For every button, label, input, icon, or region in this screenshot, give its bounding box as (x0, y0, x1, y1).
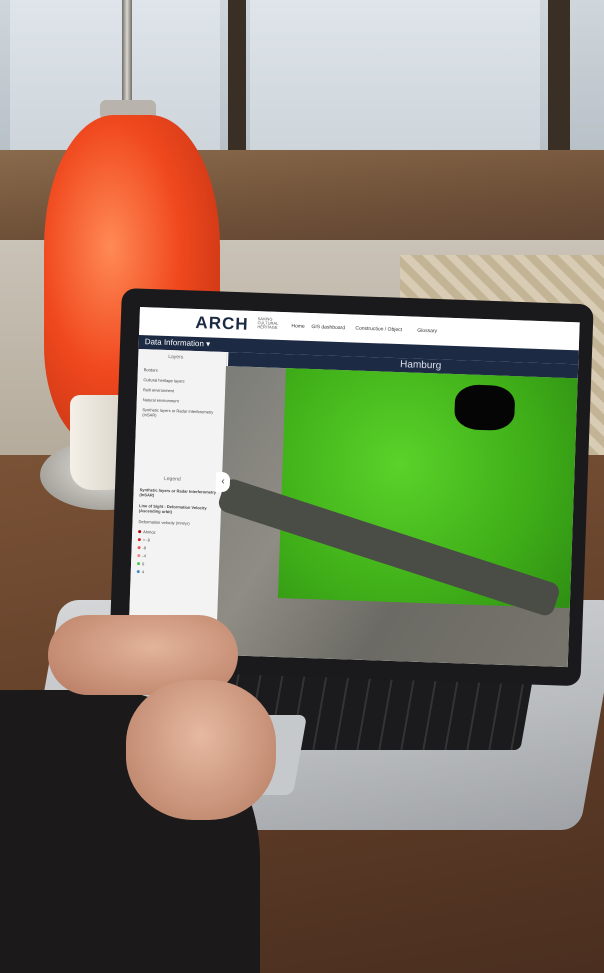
legend-caption: Deformation velocity (mm/yr) (138, 519, 190, 526)
map-title: Hamburg (399, 359, 442, 372)
satellite-map[interactable] (215, 366, 578, 668)
nav-home[interactable]: Home (291, 323, 305, 329)
legend-entry-label: 0 (141, 561, 145, 567)
arch-logo[interactable]: ARCH (195, 313, 249, 335)
legend-entry-label: Ahmoz (143, 529, 156, 535)
legend-entry: < -8 (137, 537, 150, 543)
layers-title: Layers (168, 354, 184, 361)
nav-construction-object[interactable]: Construction / Object (355, 326, 402, 334)
sidebar: Layers Borders Cultural heritage layers … (127, 348, 228, 655)
legend-entry: Ahmoz (138, 529, 156, 535)
legend-entry-label: 4 (141, 569, 145, 575)
legend-title: Legend (163, 475, 181, 483)
legend-entry: 0 (136, 561, 145, 567)
legend-entry-label: -4 (142, 553, 146, 559)
legend-subheading: Line of Sight - Deformation Velocity (As… (138, 503, 207, 515)
layer-item[interactable]: Synthetic layers or Radar Interferometry… (142, 407, 222, 420)
legend-heading: Synthetic layers or Radar Interferometry… (139, 487, 217, 498)
layer-item[interactable]: Cultural heritage layers (143, 377, 184, 383)
legend-entry-label: -8 (142, 545, 147, 551)
layer-item[interactable]: Natural environment (143, 397, 179, 403)
layer-item[interactable]: Borders (144, 367, 158, 372)
laptop-screen: ARCH SAVING CULTURAL HERITAGE Home GIS d… (127, 307, 580, 668)
data-information-menu[interactable]: Data Information ▾ (145, 337, 211, 348)
logo-tagline: SAVING CULTURAL HERITAGE (257, 316, 279, 330)
legend-entry: -8 (137, 545, 147, 551)
lamp-pole (122, 0, 132, 110)
nav-gis-dashboard[interactable]: GIS dashboard (311, 324, 345, 331)
legend-entry: -4 (137, 553, 146, 558)
layer-item[interactable]: Built environment (143, 387, 174, 393)
lake (453, 384, 516, 432)
nav-glossary[interactable]: Glossary (417, 328, 437, 335)
legend-entry-label: < -8 (142, 537, 150, 543)
legend-entry: 4 (136, 569, 145, 575)
right-hand (126, 680, 276, 820)
